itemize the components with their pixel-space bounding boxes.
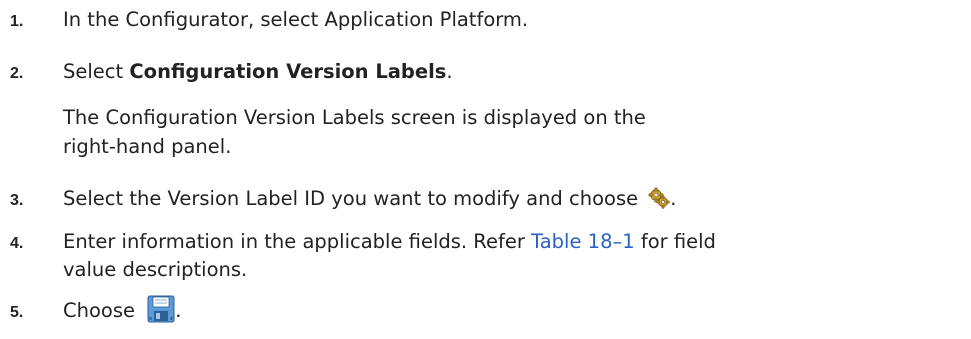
table-reference-link[interactable]: Table 18–1 <box>531 230 635 253</box>
step-text: Select Configuration Version Labels. <box>63 57 453 86</box>
gear-icon <box>648 187 670 209</box>
step-number: 2. <box>10 65 24 82</box>
step-number: 5. <box>10 304 24 321</box>
step-text-bold: Configuration Version Labels <box>129 60 447 83</box>
step-text: Select the Version Label ID you want to … <box>63 184 677 213</box>
step-text-after: . <box>446 60 453 83</box>
step-text-after: . <box>670 187 677 210</box>
step-text-before: Select the Version Label ID you want to … <box>63 187 645 210</box>
result-line-2: right-hand panel. <box>63 135 232 158</box>
step-text: Choose . <box>63 295 182 325</box>
step-text: In the Configurator, select Application … <box>63 8 529 31</box>
result-line-1: The Configuration Version Labels screen … <box>63 106 646 129</box>
save-icon <box>147 295 175 323</box>
step-text-after: . <box>175 299 182 322</box>
step-text-before: Select <box>63 60 130 83</box>
step-number: 3. <box>10 192 24 209</box>
step-text-before: Enter information in the applicable fiel… <box>63 230 532 253</box>
step-number: 4. <box>10 235 24 252</box>
step-text-after: for field <box>634 230 716 253</box>
step-text-line-2: value descriptions. <box>63 258 248 281</box>
step-text-before: Choose <box>63 299 142 322</box>
step-number: 1. <box>10 13 24 30</box>
step-text-line-1: Enter information in the applicable fiel… <box>63 227 716 256</box>
